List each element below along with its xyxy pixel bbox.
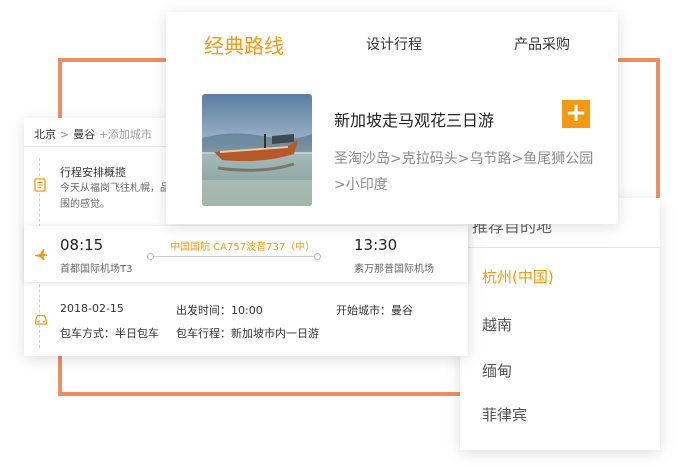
car-icon	[34, 314, 48, 325]
arrive-airport: 素万那普国际机场	[354, 264, 434, 275]
tab-classic-routes[interactable]: 经典路线	[204, 30, 284, 59]
airplane-icon	[35, 249, 47, 260]
breadcrumb-city-bangkok[interactable]: 曼谷	[73, 128, 95, 141]
depart-time: 08:15	[60, 236, 104, 254]
depart-airport: 首都国际机场T3	[60, 264, 133, 275]
route-start-dot	[147, 253, 154, 260]
breadcrumb: 北京 > 曼谷 +添加城市	[34, 126, 152, 142]
route-description: 圣淘沙岛>克拉码头>乌节路>鱼尾狮公园>小印度	[334, 151, 594, 193]
charter-mode: 包车方式：半日包车	[60, 327, 159, 340]
route-photo[interactable]	[202, 94, 312, 206]
destination-item-hangzhou[interactable]: 杭州(中国)	[482, 266, 554, 287]
boat-photo-image	[202, 94, 312, 206]
arrive-time: 13:30	[354, 236, 398, 254]
add-route-button[interactable]: +	[562, 100, 590, 128]
breadcrumb-separator: >	[60, 128, 70, 141]
route-title[interactable]: 新加坡走马观花三日游	[334, 107, 494, 131]
charter-route: 包车行程：新加坡市内一日游	[176, 327, 319, 340]
destination-item-vietnam[interactable]: 越南	[482, 314, 512, 335]
flight-route-line	[147, 253, 321, 260]
flight-number: 中国国航 CA757波音737（中）	[170, 242, 316, 253]
charter-date: 2018-02-15	[60, 302, 124, 315]
route-end-dot	[314, 253, 321, 260]
destination-item-philippines[interactable]: 菲律宾	[482, 404, 527, 425]
routes-card: 经典路线 设计行程 产品采购 新加坡走马观花三日游 + 圣淘沙岛>克拉码头>乌节…	[166, 12, 618, 224]
flight-row[interactable]: 08:15 首都国际机场T3 中国国航 CA757波音737（中） 13:30 …	[24, 226, 468, 282]
document-icon	[34, 178, 46, 192]
overview-text-line2: 围的感觉。	[60, 199, 110, 210]
tab-product-purchase[interactable]: 产品采购	[514, 34, 570, 54]
add-city-link[interactable]: +添加城市	[99, 128, 152, 141]
overview-text-line1: 今天从福岗飞往札幌，品尝	[60, 183, 180, 194]
charter-depart-time: 出发时间：10:00	[176, 304, 263, 317]
destination-panel: 推荐目的地 杭州(中国) 越南 缅甸 菲律宾	[460, 198, 660, 450]
overview-title: 行程安排概揽	[60, 166, 126, 179]
destination-item-myanmar[interactable]: 缅甸	[482, 360, 512, 381]
breadcrumb-city-beijing[interactable]: 北京	[34, 128, 56, 141]
charter-start-city: 开始城市：曼谷	[336, 304, 413, 317]
tab-design-itinerary[interactable]: 设计行程	[366, 34, 422, 54]
